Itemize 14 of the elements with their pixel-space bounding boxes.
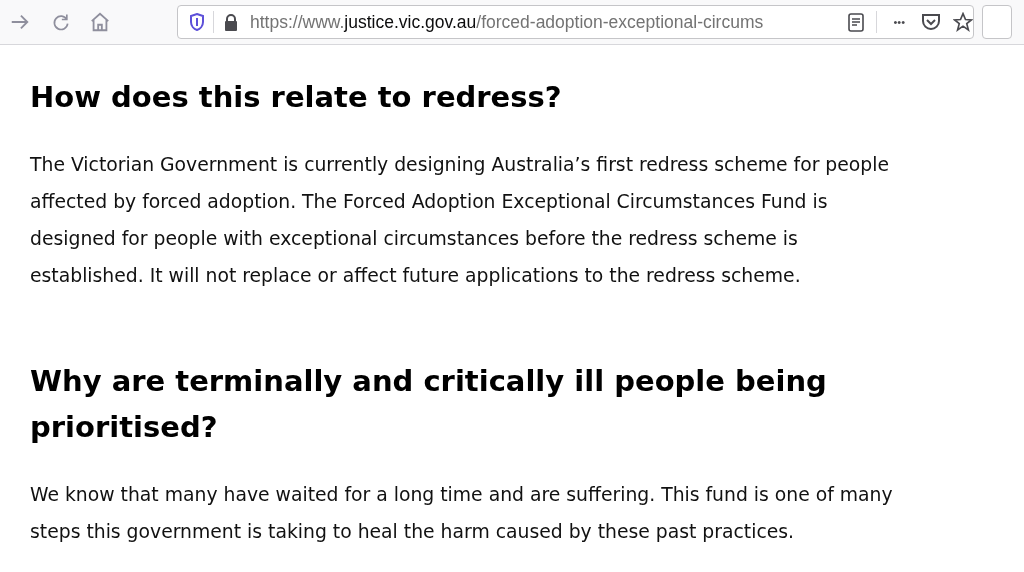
home-icon[interactable] bbox=[89, 11, 111, 33]
shield-icon[interactable] bbox=[189, 13, 205, 31]
url-text[interactable]: https://www.justice.vic.gov.au/forced-adoption-exceptional-circums bbox=[250, 8, 764, 36]
reader-view-icon[interactable] bbox=[848, 12, 865, 32]
section-heading: How does this relate to redress? bbox=[30, 79, 563, 116]
address-bar[interactable]: https://www.justice.vic.gov.au/forced-adoption-exceptional-circums ••• bbox=[177, 5, 974, 39]
star-icon[interactable] bbox=[953, 12, 973, 32]
pocket-icon[interactable] bbox=[921, 13, 941, 31]
reload-icon[interactable] bbox=[51, 12, 71, 32]
paragraph: We know that many have waited for a long time and are suffering. This fund is one of many steps this government is taking to heal the harm caused by these past practices. bbox=[30, 483, 894, 544]
lock-icon bbox=[224, 13, 238, 31]
paragraph: The Victorian Government is currently designing Australia’s first redress scheme for people affected by forced adoption. The Forced Adoption Exceptional Circumstances Fund is designed for people with exceptional circumstances before the redress scheme is established. It will not replace or affect future applications to the redress scheme. bbox=[30, 153, 890, 288]
section-heading: Why are terminally and critically ill people being prioritised? bbox=[30, 363, 828, 446]
more-button[interactable]: ••• bbox=[893, 13, 905, 31]
